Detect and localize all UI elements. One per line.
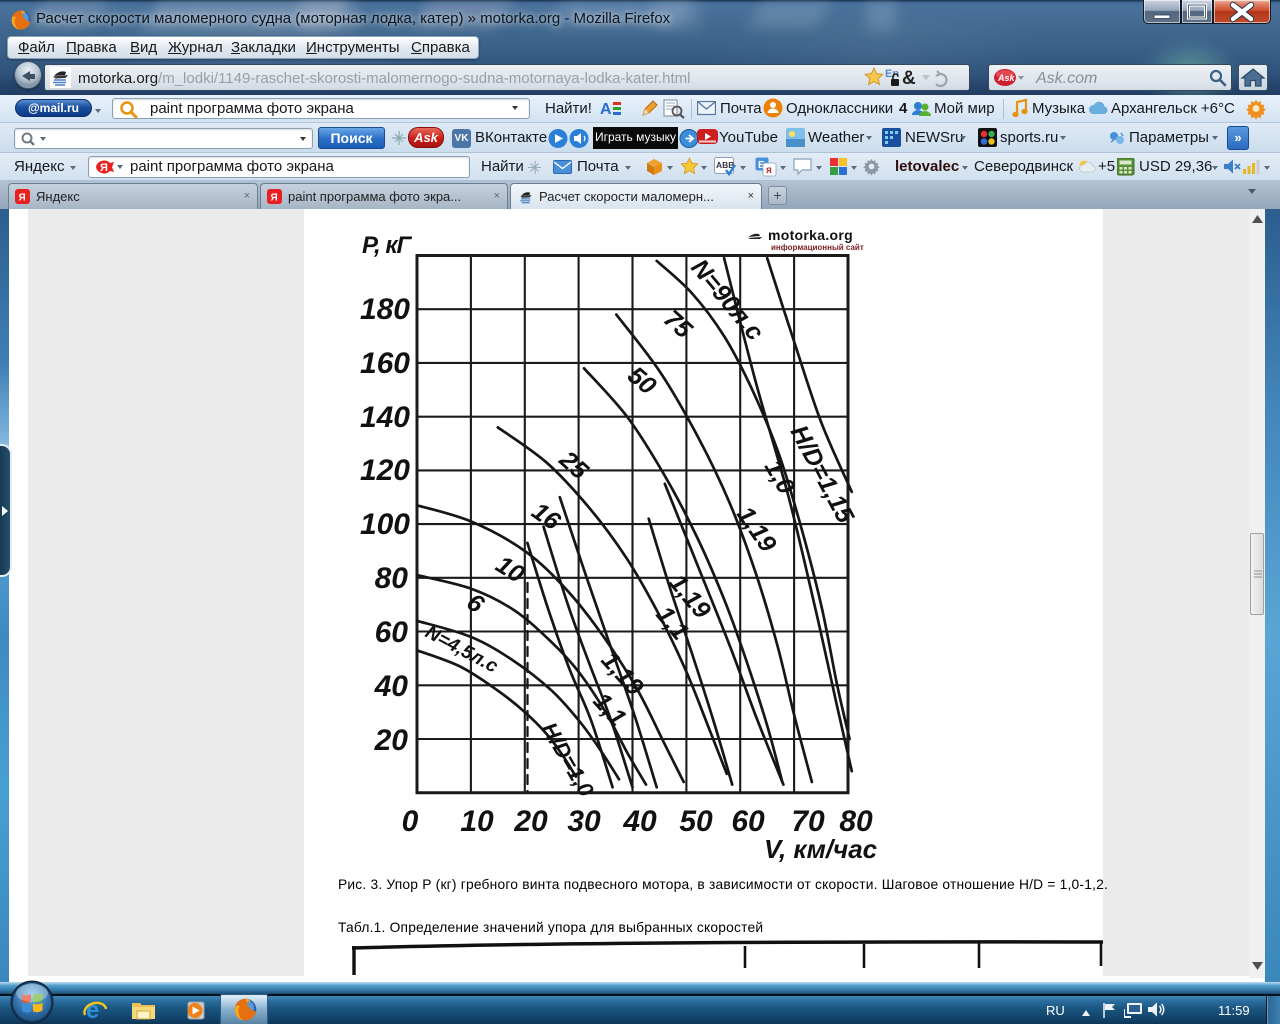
svg-text:20: 20 [374, 724, 409, 757]
svg-text:30: 30 [567, 805, 601, 838]
svg-text:140: 140 [360, 401, 410, 434]
svg-text:40: 40 [622, 805, 657, 838]
svg-text:1,19: 1,19 [731, 501, 782, 557]
svg-text:60: 60 [375, 616, 409, 649]
svg-text:0: 0 [402, 805, 419, 838]
svg-text:160: 160 [360, 347, 410, 380]
svg-text:60: 60 [731, 805, 765, 838]
svg-text:50: 50 [679, 805, 713, 838]
svg-text:Я: Я [19, 193, 26, 204]
svg-text:Ask: Ask [997, 73, 1016, 83]
svg-text:N=4,5л.с: N=4,5л.с [422, 622, 502, 678]
svg-text:&: & [902, 68, 916, 89]
svg-text:информационный сайт: информационный сайт [771, 243, 864, 252]
svg-text:180: 180 [360, 293, 410, 326]
svg-text:10: 10 [460, 805, 494, 838]
svg-text:25: 25 [553, 445, 594, 486]
svg-text:100: 100 [360, 508, 410, 541]
svg-text:Я: Я [271, 193, 278, 204]
svg-text:40: 40 [374, 670, 409, 703]
svg-text:20: 20 [513, 805, 548, 838]
svg-text:H/D=1,0: H/D=1,0 [537, 718, 600, 802]
svg-text:Я: Я [100, 162, 108, 174]
svg-text:я: я [766, 165, 772, 176]
svg-text:6: 6 [462, 588, 490, 620]
svg-text:motorka.org: motorka.org [768, 227, 853, 243]
svg-text:Р, кГ: Р, кГ [362, 232, 413, 259]
svg-text:75: 75 [658, 305, 698, 345]
svg-text:А: А [600, 101, 612, 118]
svg-text:10: 10 [491, 550, 530, 589]
svg-text:V, км/час: V, км/час [764, 834, 878, 864]
svg-text:120: 120 [360, 454, 410, 487]
svg-text:80: 80 [375, 562, 409, 595]
